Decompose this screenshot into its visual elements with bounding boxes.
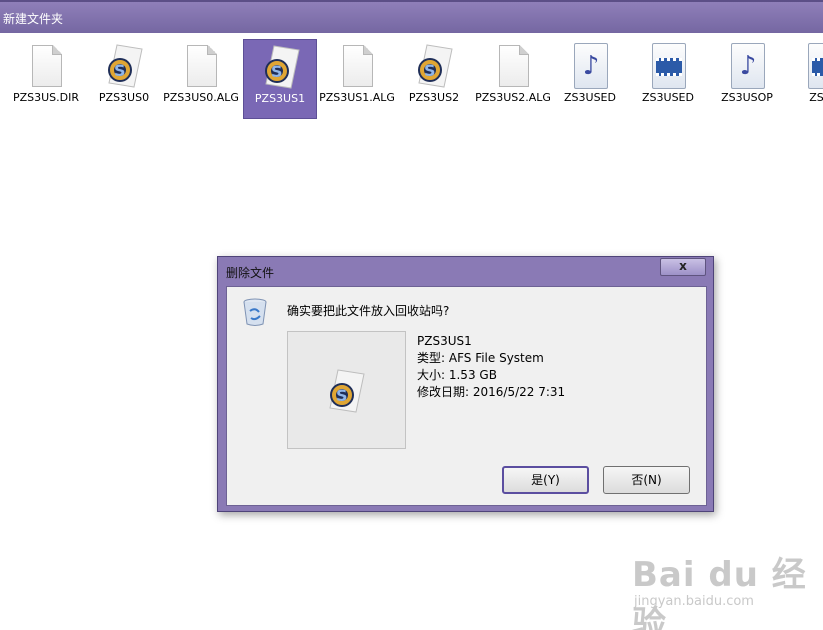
video-file-icon xyxy=(804,43,823,89)
file-name-label: PZS3US0.ALG xyxy=(163,91,239,104)
close-button[interactable]: x xyxy=(660,258,706,276)
file-name-label: ZS3U xyxy=(809,91,823,104)
dialog-body: 确实要把此文件放入回收站吗? S PZS3US1 类型: AFS File Sy… xyxy=(226,286,707,506)
info-modified-date: 修改日期: 2016/5/22 7:31 xyxy=(417,385,566,399)
music-file-icon: ♪ xyxy=(727,43,767,89)
svg-text:S: S xyxy=(271,62,283,81)
svg-text:S: S xyxy=(424,61,436,80)
svg-text:S: S xyxy=(336,386,348,405)
afs-archive-icon: S xyxy=(414,43,454,89)
file-name-label: PZS3US.DIR xyxy=(12,91,80,104)
yes-button[interactable]: 是(Y) xyxy=(502,466,589,494)
folder-titlebar: 新建文件夹 xyxy=(0,0,823,33)
window-title: 新建文件夹 xyxy=(3,12,64,26)
afs-archive-icon: S xyxy=(104,43,144,89)
no-button[interactable]: 否(N) xyxy=(603,466,690,494)
delete-file-dialog: 删除文件 x 确实要把此文件放入回收站吗? S PZS3US1 类型: AFS … xyxy=(217,256,714,512)
afs-archive-icon: S xyxy=(329,369,365,413)
file-item[interactable]: ZS3USED xyxy=(631,39,705,119)
watermark-logo-text: Bai du 经验 xyxy=(632,555,807,630)
watermark-url: jingyan.baidu.com xyxy=(634,594,754,609)
blank-document-icon xyxy=(493,43,533,89)
file-name-label: PZS3US2 xyxy=(408,91,460,104)
blank-document-icon xyxy=(337,43,377,89)
file-item[interactable]: S PZS3US0 xyxy=(87,39,161,119)
info-file-name: PZS3US1 xyxy=(417,334,472,348)
file-name-label: PZS3US2.ALG xyxy=(475,91,551,104)
video-file-icon xyxy=(648,43,688,89)
blank-document-icon xyxy=(26,43,66,89)
file-name-label: PZS3US1.ALG xyxy=(319,91,395,104)
svg-text:S: S xyxy=(114,61,126,80)
file-item[interactable]: PZS3US0.ALG xyxy=(163,39,239,119)
info-file-size: 大小: 1.53 GB xyxy=(417,368,497,382)
blank-document-icon xyxy=(181,43,221,89)
file-name-label: PZS3US1 xyxy=(254,92,306,105)
baidu-watermark: Bai du 经验 jingyan.baidu.com xyxy=(632,545,812,630)
file-item[interactable]: PZS3US2.ALG xyxy=(475,39,551,119)
file-name-label: ZS3USED xyxy=(642,91,694,104)
file-item[interactable]: ZS3U xyxy=(787,39,823,119)
file-item[interactable]: ♪ ZS3USED xyxy=(553,39,627,119)
file-name-label: PZS3US0 xyxy=(98,91,150,104)
file-info: PZS3US1 类型: AFS File System 大小: 1.53 GB … xyxy=(417,333,565,401)
info-file-type: 类型: AFS File System xyxy=(417,351,544,365)
afs-archive-icon: S xyxy=(261,44,301,90)
file-item[interactable]: PZS3US.DIR xyxy=(9,39,83,119)
file-name-label: ZS3USED xyxy=(564,91,616,104)
file-item[interactable]: ♪ ZS3USOP xyxy=(710,39,784,119)
file-item[interactable]: S PZS3US1 xyxy=(243,39,317,119)
music-file-icon: ♪ xyxy=(570,43,610,89)
file-name-label: ZS3USOP xyxy=(721,91,773,104)
dialog-title: 删除文件 xyxy=(226,266,275,280)
recycle-bin-icon xyxy=(243,298,267,326)
confirm-question: 确实要把此文件放入回收站吗? xyxy=(287,304,450,318)
file-item[interactable]: PZS3US1.ALG xyxy=(319,39,395,119)
file-preview: S xyxy=(287,331,406,449)
file-item[interactable]: S PZS3US2 xyxy=(397,39,471,119)
file-list: PZS3US.DIR S PZS3US0 PZS3US0.ALG S PZS3US1 PZS… xyxy=(0,38,823,138)
